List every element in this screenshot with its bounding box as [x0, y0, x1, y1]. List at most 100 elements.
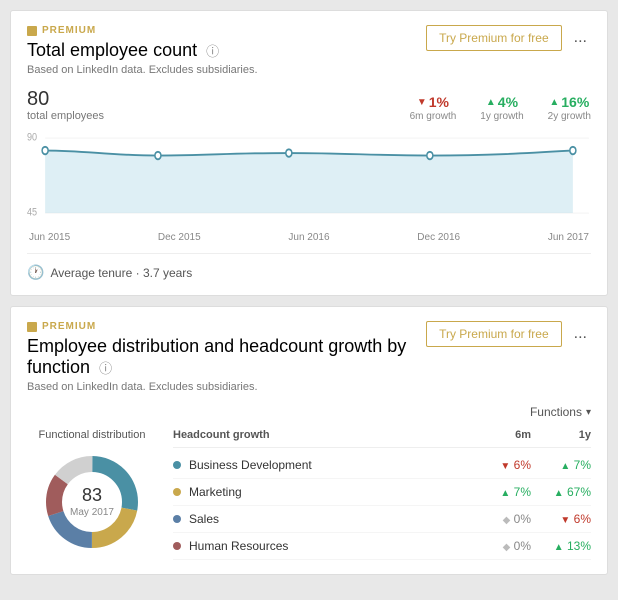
row-6m-mkt: ▲ 7% [471, 485, 531, 499]
donut-center: 83 May 2017 [70, 485, 114, 519]
functions-label: Functions [530, 405, 582, 419]
card1-stats-row: 80 total employees ▼ 1% 6m growth ▲ 4% 1… [27, 88, 591, 122]
card1-employee-number: 80 [27, 88, 410, 110]
svg-text:90: 90 [27, 132, 37, 144]
donut-container: Functional distribution [27, 429, 157, 560]
chart-area-fill [45, 151, 573, 214]
card1-subtitle: Based on LinkedIn data. Excludes subsidi… [27, 64, 426, 76]
functions-filter-btn[interactable]: Functions ▾ [530, 405, 591, 419]
donut-wrapper: 83 May 2017 [37, 447, 147, 557]
table-row-sales: Sales ◆ 0% ▼ 6% [173, 506, 591, 533]
row-name-mkt: Marketing [189, 485, 471, 499]
svg-text:45: 45 [27, 207, 37, 219]
growth-2y-value: ▲ 16% [548, 94, 591, 110]
arrow-neutral-hr-6m: ◆ [503, 542, 511, 553]
card1-title: Total employee count ⓘ [27, 40, 426, 61]
employee-distribution-card: PREMIUM Employee distribution and headco… [10, 306, 608, 575]
donut-label: Functional distribution [27, 429, 157, 441]
chart-svg: 90 45 [27, 128, 591, 228]
table-row-hr: Human Resources ◆ 0% ▲ 13% [173, 533, 591, 560]
row-1y-sales: ▼ 6% [531, 512, 591, 526]
row-6m-bd: ▼ 6% [471, 458, 531, 472]
chart-dot-2 [155, 152, 161, 160]
card2-info-icon: ⓘ [99, 361, 112, 376]
card2-more-btn[interactable]: ... [570, 323, 591, 345]
headcount-table: Headcount growth 6m 1y Business Developm… [173, 429, 591, 560]
card2-actions: Try Premium for free ... [426, 321, 591, 347]
premium-label: PREMIUM [27, 25, 426, 36]
card1-info-icon: ⓘ [206, 44, 219, 59]
chart-dot-3 [286, 149, 292, 157]
donut-num: 83 [70, 485, 114, 507]
card2-premium-text: PREMIUM [42, 321, 96, 332]
growth-1y: ▲ 4% 1y growth [480, 94, 523, 122]
arrow-up-hr-1y: ▲ [554, 542, 564, 553]
tenure-row: 🕐 Average tenure · 3.7 years [27, 253, 591, 281]
x-label-0: Jun 2015 [29, 232, 70, 243]
card1-title-area: PREMIUM Total employee count ⓘ Based on … [27, 25, 426, 88]
triangle-up-icon-1y: ▲ [486, 97, 496, 108]
chevron-down-icon: ▾ [586, 407, 591, 418]
th-1y: 1y [531, 429, 591, 441]
row-1y-bd: ▲ 7% [531, 458, 591, 472]
x-label-4: Jun 2017 [548, 232, 589, 243]
growth-1y-value: ▲ 4% [480, 94, 523, 110]
arrow-down-bd-6m: ▼ [500, 461, 510, 472]
triangle-down-icon: ▼ [417, 97, 427, 108]
card1-title-text: Total employee count [27, 40, 197, 60]
arrow-up-mkt-6m: ▲ [500, 488, 510, 499]
row-1y-hr: ▲ 13% [531, 539, 591, 553]
dot-bd [173, 461, 181, 469]
th-name: Headcount growth [173, 429, 471, 441]
chart-dot-1 [42, 147, 48, 155]
card2-title-text: Employee distribution and headcount grow… [27, 336, 406, 377]
chart-x-labels: Jun 2015 Dec 2015 Jun 2016 Dec 2016 Jun … [27, 232, 591, 243]
tenure-clock-icon: 🕐 [27, 264, 44, 281]
card1-try-premium-btn[interactable]: Try Premium for free [426, 25, 562, 51]
table-row-mkt: Marketing ▲ 7% ▲ 67% [173, 479, 591, 506]
growth-6m: ▼ 1% 6m growth [410, 94, 457, 122]
card2-premium-label: PREMIUM [27, 321, 426, 332]
arrow-down-sales-1y: ▼ [560, 515, 570, 526]
card2-try-premium-btn[interactable]: Try Premium for free [426, 321, 562, 347]
tenure-text: Average tenure · 3.7 years [50, 266, 192, 280]
employee-count-card: PREMIUM Total employee count ⓘ Based on … [10, 10, 608, 296]
card1-growth-stats: ▼ 1% 6m growth ▲ 4% 1y growth ▲ 16% 2y g… [410, 94, 591, 122]
donut-sub: May 2017 [70, 507, 114, 519]
card1-more-btn[interactable]: ... [570, 27, 591, 49]
x-label-1: Dec 2015 [158, 232, 201, 243]
premium-icon [27, 26, 37, 36]
card1-actions: Try Premium for free ... [426, 25, 591, 51]
dot-sales [173, 515, 181, 523]
card2-title-area: PREMIUM Employee distribution and headco… [27, 321, 426, 405]
dot-hr [173, 542, 181, 550]
distribution-section: Functional distribution [27, 429, 591, 560]
x-label-3: Dec 2016 [417, 232, 460, 243]
growth-6m-label: 6m growth [410, 111, 457, 122]
dot-mkt [173, 488, 181, 496]
row-name-sales: Sales [189, 512, 471, 526]
card2-subtitle: Based on LinkedIn data. Excludes subsidi… [27, 381, 426, 393]
arrow-neutral-sales-6m: ◆ [503, 515, 511, 526]
row-6m-sales: ◆ 0% [471, 512, 531, 526]
chart-dot-5 [570, 147, 576, 155]
arrow-up-mkt-1y: ▲ [554, 488, 564, 499]
row-1y-mkt: ▲ 67% [531, 485, 591, 499]
x-label-2: Jun 2016 [288, 232, 329, 243]
arrow-up-bd-1y: ▲ [560, 461, 570, 472]
row-name-bd: Business Development [189, 458, 471, 472]
growth-2y-label: 2y growth [548, 111, 591, 122]
table-header: Headcount growth 6m 1y [173, 429, 591, 448]
growth-2y: ▲ 16% 2y growth [548, 94, 591, 122]
growth-1y-label: 1y growth [480, 111, 523, 122]
chart-dot-4 [427, 152, 433, 160]
triangle-up-icon-2y: ▲ [549, 97, 559, 108]
table-row-bd: Business Development ▼ 6% ▲ 7% [173, 452, 591, 479]
growth-6m-value: ▼ 1% [410, 94, 457, 110]
card2-title: Employee distribution and headcount grow… [27, 336, 426, 378]
card2-premium-icon [27, 322, 37, 332]
premium-text: PREMIUM [42, 25, 96, 36]
card1-stat-label: total employees [27, 110, 410, 122]
th-6m: 6m [471, 429, 531, 441]
row-name-hr: Human Resources [189, 539, 471, 553]
